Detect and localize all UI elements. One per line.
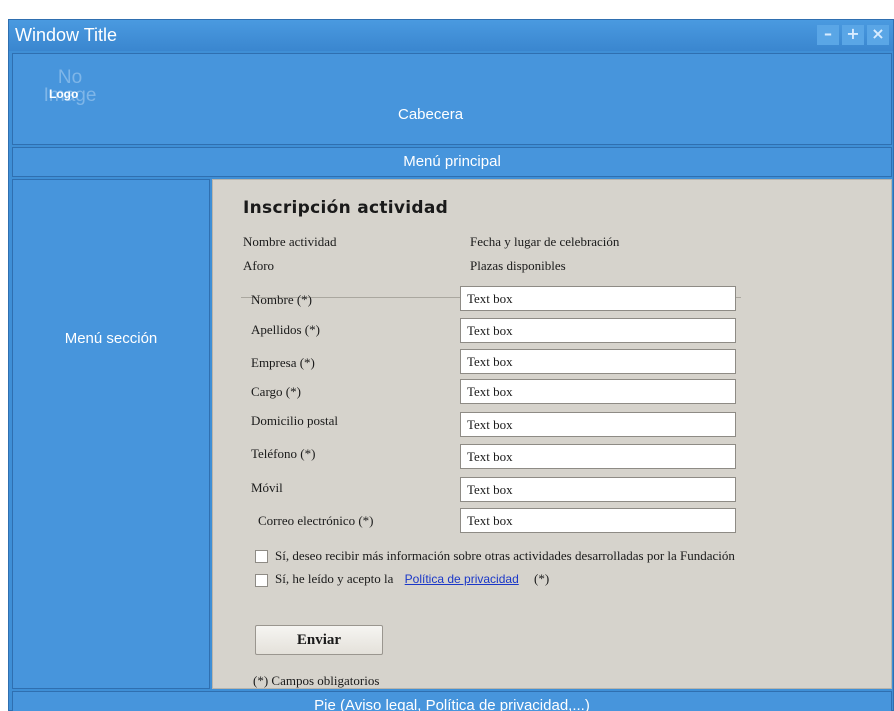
- date-place-label: Fecha y lugar de celebración: [470, 234, 620, 249]
- logo: No Image Logo: [25, 68, 125, 131]
- field-label: Domicilio postal: [251, 413, 339, 428]
- field-label: Cargo (*): [251, 384, 301, 399]
- apellidos-input[interactable]: Text box: [460, 318, 736, 343]
- domicilio-input[interactable]: Text box: [460, 412, 736, 437]
- section-menu: Menú sección: [12, 179, 210, 689]
- privacy-required-mark: (*): [534, 571, 550, 586]
- window-title: Window Title: [15, 25, 118, 45]
- more-info-checkbox[interactable]: [255, 550, 268, 563]
- submit-button[interactable]: Enviar: [255, 625, 383, 655]
- available-seats-label: Plazas disponibles: [470, 258, 566, 273]
- nombre-input[interactable]: Text box: [460, 286, 736, 311]
- app-window: Window Title – + × No Image Logo Cabecer…: [8, 19, 894, 711]
- registration-form: Inscripción actividad Nombre actividad F…: [212, 179, 892, 689]
- cargo-input[interactable]: Text box: [460, 379, 736, 404]
- field-label: Móvil: [251, 480, 283, 495]
- privacy-prefix: Sí, he leído y acepto la: [275, 571, 394, 586]
- field-label: Apellidos (*): [251, 322, 320, 337]
- activity-name-label: Nombre actividad: [243, 234, 337, 249]
- logo-label: Logo: [49, 87, 79, 101]
- privacy-policy-link[interactable]: Política de privacidad: [405, 572, 519, 586]
- title-bar[interactable]: Window Title – + ×: [9, 20, 893, 51]
- page-footer[interactable]: Pie (Aviso legal, Política de privacidad…: [12, 691, 892, 711]
- field-label: Empresa (*): [251, 355, 315, 370]
- email-input[interactable]: Text box: [460, 508, 736, 533]
- window-controls: – + ×: [817, 25, 889, 45]
- minimize-button[interactable]: –: [817, 25, 839, 45]
- field-label: Teléfono (*): [251, 446, 316, 461]
- movil-input[interactable]: Text box: [460, 477, 736, 502]
- field-label: Nombre (*): [251, 292, 313, 307]
- form-title: Inscripción actividad: [243, 198, 449, 218]
- privacy-checkbox-label: Sí, he leído y acepto la Política de pri…: [275, 571, 549, 587]
- main-menu[interactable]: Menú principal: [12, 147, 892, 177]
- field-label: Correo electrónico (*): [258, 513, 374, 528]
- page-header: No Image Logo Cabecera: [12, 53, 892, 145]
- close-button[interactable]: ×: [867, 25, 889, 45]
- privacy-checkbox[interactable]: [255, 574, 268, 587]
- required-fields-note: (*) Campos obligatorios: [253, 673, 380, 688]
- capacity-label: Aforo: [243, 258, 275, 273]
- more-info-checkbox-label: Sí, deseo recibir más información sobre …: [275, 548, 735, 563]
- section-menu-label[interactable]: Menú sección: [13, 330, 209, 347]
- telefono-input[interactable]: Text box: [460, 444, 736, 469]
- header-title: Cabecera: [398, 106, 464, 123]
- empresa-input[interactable]: Text box: [460, 349, 736, 374]
- maximize-button[interactable]: +: [842, 25, 864, 45]
